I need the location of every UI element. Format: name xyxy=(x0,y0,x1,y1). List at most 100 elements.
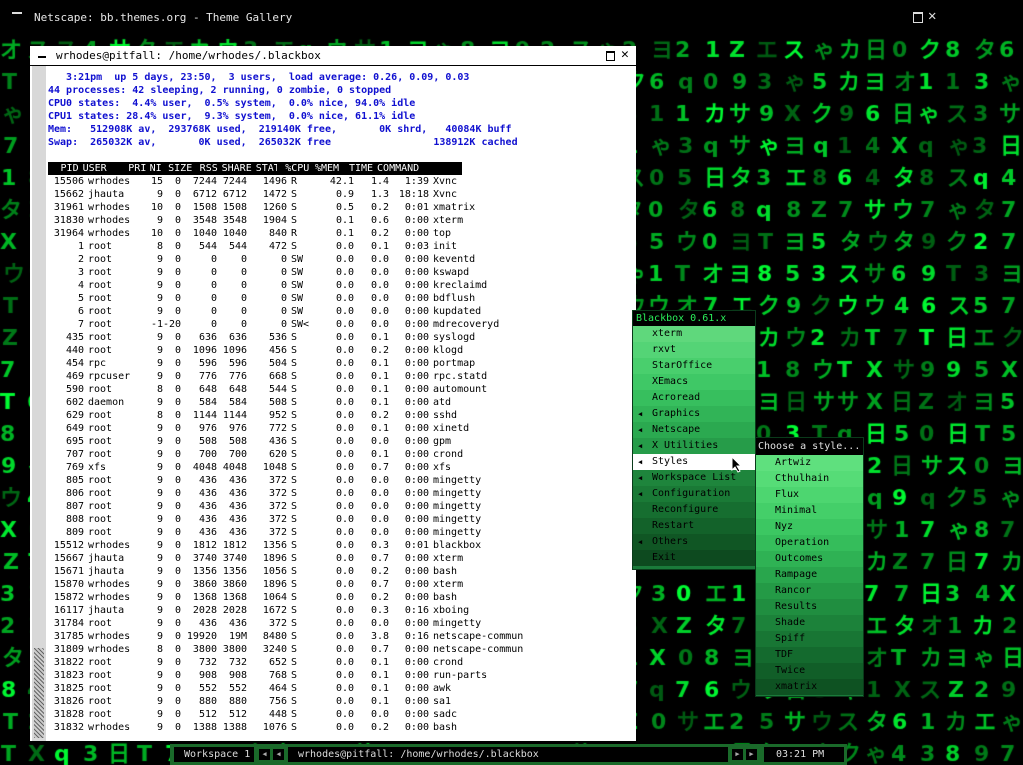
maximize-icon[interactable] xyxy=(606,51,615,61)
terminal-titlebar[interactable]: wrhodes@pitfall: /home/wrhodes/.blackbox… xyxy=(30,46,636,66)
workspace-label[interactable]: Workspace 1 xyxy=(174,747,254,762)
cell-time: 0:00 xyxy=(404,267,429,278)
style-item-flux[interactable]: Flux xyxy=(756,487,863,503)
terminal-scrollbar[interactable] xyxy=(32,66,46,741)
menu-item-exit[interactable]: Exit xyxy=(633,550,755,566)
menu-item-xterm[interactable]: xterm xyxy=(633,326,755,342)
scrollbar-thumb[interactable] xyxy=(34,648,44,738)
cell-stat: S xyxy=(291,605,298,616)
cell-pct-mem: %MEM xyxy=(314,163,340,174)
menu-item-xemacs[interactable]: XEmacs xyxy=(633,374,755,390)
style-item-rancor[interactable]: Rancor xyxy=(756,583,863,599)
cell-ni: 0 xyxy=(174,566,181,577)
focused-window-label[interactable]: wrhodes@pitfall: /home/wrhodes/.blackbox xyxy=(288,747,728,762)
cell-stat: S xyxy=(291,683,298,694)
cell-ni: 0 xyxy=(174,696,181,707)
cell-command: xboing xyxy=(433,605,470,616)
cell-size: 908 xyxy=(198,670,217,681)
menu-item-staroffice[interactable]: StarOffice xyxy=(633,358,755,374)
cell-stat: S xyxy=(291,670,298,681)
cell-command: init xyxy=(433,241,458,252)
process-row: 15506 wrhodes 15 0 7244 7244 1496 R 42.1 1.4 1:39 X… xyxy=(48,175,533,188)
cell-pct-mem: 0.7 xyxy=(370,462,389,473)
cell-command: bash xyxy=(433,722,458,733)
menu-item-label: Workspace List xyxy=(652,472,737,483)
menu-item-others[interactable]: ◀ Others xyxy=(633,534,755,550)
cell-pct-cpu: 0.0 xyxy=(335,384,354,395)
style-item-cthulhain[interactable]: Cthulhain xyxy=(756,471,863,487)
style-item-shade[interactable]: Shade xyxy=(756,615,863,631)
process-row: 7 root -1 -20 0 0 0 SW< 0.0 0.0 0:00 mdrecoveryd xyxy=(48,318,533,331)
cell-time: 0:00 xyxy=(404,553,429,564)
cell-share: 464 xyxy=(268,683,287,694)
cell-share: 1076 xyxy=(262,722,287,733)
process-row: 6 root 9 0 0 0 0 SW 0.0 0.0 0:00 kupdated xyxy=(48,305,533,318)
menu-item-reconfigure[interactable]: Reconfigure xyxy=(633,502,755,518)
cell-command: gpm xyxy=(433,436,452,447)
cell-rss: 436 xyxy=(228,514,247,525)
style-item-minimal[interactable]: Minimal xyxy=(756,503,863,519)
style-item-xmatrix[interactable]: xmatrix xyxy=(756,679,863,695)
cell-ni: 0 xyxy=(174,241,181,252)
cell-pct-cpu: 0.0 xyxy=(335,423,354,434)
style-item-artwiz[interactable]: Artwiz xyxy=(756,455,863,471)
cell-rss: 1368 xyxy=(222,592,247,603)
cell-size: 0 xyxy=(210,267,217,278)
process-row: 15870 wrhodes 9 0 3860 3860 1896 S 0.0 0.7 0:00 xte… xyxy=(48,578,533,591)
menu-item-configuration[interactable]: ◀ Configuration xyxy=(633,486,755,502)
workspace-prev-icon[interactable]: ◀ xyxy=(259,749,270,760)
menu-item-graphics[interactable]: ◀ Graphics xyxy=(633,406,755,422)
terminal-body[interactable]: 3:21pm up 5 days, 23:50, 3 users, load a… xyxy=(30,66,636,741)
cell-command: keventd xyxy=(433,254,476,265)
cell-command: run-parts xyxy=(433,670,488,681)
menu-item-rxvt[interactable]: rxvt xyxy=(633,342,755,358)
cell-size: 0 xyxy=(210,293,217,304)
cell-rss: 648 xyxy=(228,384,247,395)
cell-pct-mem: 1.3 xyxy=(370,189,389,200)
cell-command: mingetty xyxy=(433,475,482,486)
style-item-spiff[interactable]: Spiff xyxy=(756,631,863,647)
cell-stat: S xyxy=(291,579,298,590)
style-item-tdf[interactable]: TDF xyxy=(756,647,863,663)
style-item-results[interactable]: Results xyxy=(756,599,863,615)
close-icon[interactable]: ✕ xyxy=(621,47,629,62)
style-item-outcomes[interactable]: Outcomes xyxy=(756,551,863,567)
cell-ni: 0 xyxy=(174,371,181,382)
cell-share: 620 xyxy=(268,449,287,460)
cell-command: rpc.statd xyxy=(433,371,488,382)
styles-submenu[interactable]: Choose a style... Artwiz Cthulhain Flux Min… xyxy=(755,437,864,697)
cell-time: 0:00 xyxy=(404,280,429,291)
cell-pri: 9 xyxy=(156,475,163,486)
workspace-next-icon[interactable]: ▶ xyxy=(746,749,757,760)
cell-pid: 6 xyxy=(77,306,84,317)
menu-item-x-utilities[interactable]: ◀ X Utilities xyxy=(633,438,755,454)
style-item-nyz[interactable]: Nyz xyxy=(756,519,863,535)
maximize-icon[interactable] xyxy=(913,12,923,23)
blackbox-root-menu[interactable]: Blackbox 0.61.x xterm rxvt StarOffice XEmac… xyxy=(632,310,756,570)
window-next-icon[interactable]: ▶ xyxy=(732,749,743,760)
close-icon[interactable]: ✕ xyxy=(928,8,936,24)
cell-size: 7244 xyxy=(192,176,217,187)
style-item-rampage[interactable]: Rampage xyxy=(756,567,863,583)
menu-item-label: StarOffice xyxy=(652,360,713,371)
cell-size: SIZE xyxy=(168,163,193,174)
cell-ni: NI xyxy=(149,163,162,174)
cell-pct-mem: 0.0 xyxy=(370,514,389,525)
cell-rss: 512 xyxy=(228,709,247,720)
menu-item-acroread[interactable]: Acroread xyxy=(633,390,755,406)
menu-item-restart[interactable]: Restart xyxy=(633,518,755,534)
window-menu-icon[interactable] xyxy=(38,56,46,58)
menu-item-netscape[interactable]: ◀ Netscape xyxy=(633,422,755,438)
cell-pid: 15872 xyxy=(53,592,84,603)
window-prev-icon[interactable]: ◀ xyxy=(273,749,284,760)
netscape-titlebar[interactable]: Netscape: bb.themes.org - Theme Gallery … xyxy=(0,0,1023,38)
cell-user: root xyxy=(88,488,113,499)
cell-pri: 8 xyxy=(156,384,163,395)
style-item-operation[interactable]: Operation xyxy=(756,535,863,551)
cell-command: mingetty xyxy=(433,618,482,629)
style-item-twice[interactable]: Twice xyxy=(756,663,863,679)
terminal-window[interactable]: wrhodes@pitfall: /home/wrhodes/.blackbox… xyxy=(30,46,636,741)
window-menu-icon[interactable] xyxy=(12,12,22,14)
cell-share: 0 xyxy=(280,319,287,330)
cell-pri: 9 xyxy=(156,488,163,499)
